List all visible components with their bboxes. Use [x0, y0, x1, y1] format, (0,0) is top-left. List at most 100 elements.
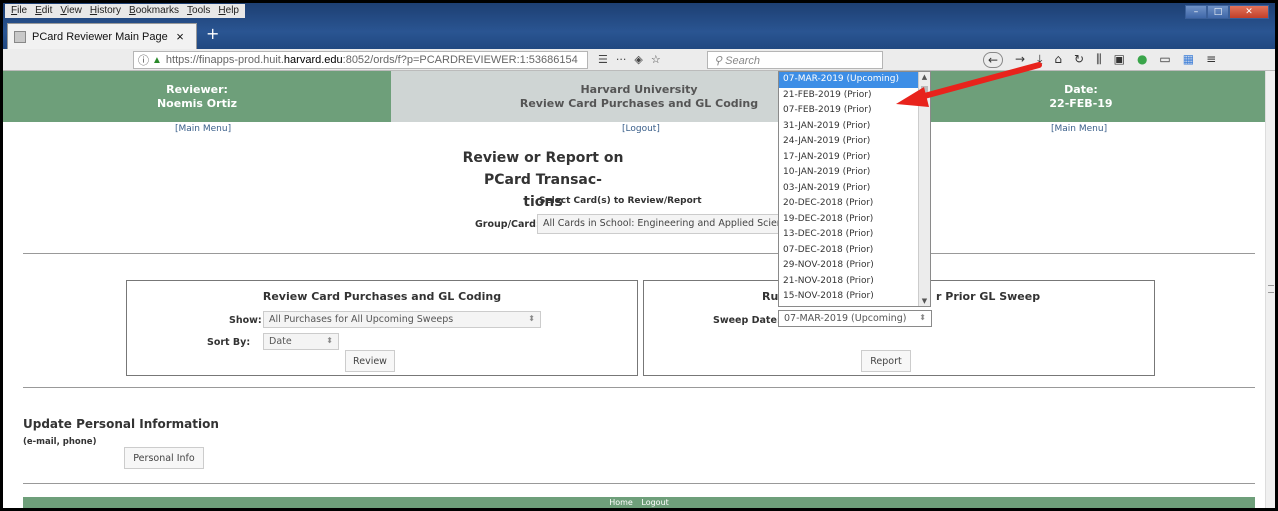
dropdown-scrollbar[interactable]: ▲ ▼: [918, 72, 930, 306]
sweep-date-option[interactable]: 07-FEB-2019 (Prior): [779, 103, 930, 119]
logout-link[interactable]: [Logout]: [622, 124, 660, 134]
home-icon[interactable]: ⌂: [1054, 52, 1062, 68]
sort-by-label: Sort By:: [207, 337, 251, 348]
url-actions: ☰ ··· ◈ ☆: [598, 53, 661, 66]
menu-item-edit[interactable]: Edit: [31, 4, 56, 18]
page-scrollbar[interactable]: [1265, 71, 1275, 508]
search-placeholder: Search: [725, 55, 760, 67]
library-icon[interactable]: ⫼: [1096, 52, 1102, 68]
minimize-button[interactable]: –: [1185, 5, 1207, 19]
show-select[interactable]: All Purchases for All Upcoming Sweeps ⬍: [263, 311, 541, 328]
date-header: Date: 22-FEB-19: [887, 71, 1275, 122]
reviewer-header: Reviewer: Noemis Ortiz: [3, 71, 391, 122]
review-button[interactable]: Review: [345, 350, 395, 372]
review-panel: Review Card Purchases and GL Coding Show…: [126, 280, 638, 376]
date-label: Date:: [1064, 83, 1098, 96]
show-select-value: All Purchases for All Upcoming Sweeps: [269, 314, 454, 325]
browser-tab[interactable]: PCard Reviewer Main Page ×: [7, 23, 197, 49]
page-favicon-icon: [14, 30, 26, 43]
update-personal-subtitle: (e-mail, phone): [23, 437, 97, 447]
divider: [23, 253, 1255, 254]
reload-icon[interactable]: ↻: [1074, 52, 1084, 68]
sweep-date-option[interactable]: 21-NOV-2018 (Prior): [779, 274, 930, 290]
url-prefix: https://finapps-prod.huit.: [165, 54, 284, 66]
scroll-down-icon[interactable]: ▼: [919, 297, 930, 305]
menu-item-history[interactable]: History: [86, 4, 125, 18]
footer-home-link[interactable]: Home: [609, 498, 633, 507]
scroll-thumb[interactable]: [921, 86, 928, 98]
reader-view-icon[interactable]: ☰: [598, 53, 608, 66]
sweep-date-option[interactable]: 07-DEC-2018 (Prior): [779, 243, 930, 259]
group-card-select[interactable]: All Cards in School: Engineering and App…: [537, 214, 787, 234]
tab-title: PCard Reviewer Main Page: [32, 30, 168, 43]
menu-item-file[interactable]: File: [7, 4, 31, 18]
forward-icon[interactable]: →: [1015, 52, 1025, 68]
url-domain: harvard.edu: [283, 54, 343, 66]
sweep-date-option[interactable]: 17-JAN-2019 (Prior): [779, 150, 930, 166]
sweep-date-dropdown[interactable]: 07-MAR-2019 (Upcoming) 21-FEB-2019 (Prior…: [778, 71, 931, 307]
sort-by-select[interactable]: Date ⬍: [263, 333, 339, 350]
page-actions-icon[interactable]: ···: [616, 53, 627, 66]
close-window-button[interactable]: ✕: [1229, 5, 1269, 19]
divider: [23, 387, 1255, 388]
menu-item-bookmarks[interactable]: Bookmarks: [125, 4, 183, 18]
sweep-date-option[interactable]: 21-FEB-2019 (Prior): [779, 88, 930, 104]
sweep-date-label: Sweep Date:: [713, 315, 781, 326]
footer-bar: Home Logout: [23, 497, 1255, 508]
select-caret-icon: ⬍: [326, 336, 333, 345]
sweep-date-select[interactable]: 07-MAR-2019 (Upcoming) ⬍: [778, 310, 932, 327]
select-caret-icon: ⬍: [528, 314, 535, 323]
menu-bar: File Edit View History Bookmarks Tools Help: [5, 4, 245, 18]
maximize-button[interactable]: □: [1207, 5, 1229, 19]
footer-logout-link[interactable]: Logout: [641, 498, 668, 507]
scrollbar-grip-icon[interactable]: [1268, 285, 1274, 293]
sweep-date-option[interactable]: 29-NOV-2018 (Prior): [779, 258, 930, 274]
sweep-date-option[interactable]: 07-MAR-2019 (Upcoming): [779, 72, 930, 88]
divider: [23, 483, 1255, 484]
sweep-date-option[interactable]: 24-JAN-2019 (Prior): [779, 134, 930, 150]
page-title-line1: Review or Report on PCard Transac-: [462, 150, 624, 188]
close-tab-icon[interactable]: ×: [172, 29, 188, 44]
sidebar-icon[interactable]: ▭: [1159, 52, 1170, 68]
sweep-date-option[interactable]: 13-DEC-2018 (Prior): [779, 227, 930, 243]
menu-item-tools[interactable]: Tools: [183, 4, 214, 18]
extension-icon[interactable]: ▣: [1114, 52, 1125, 68]
select-cards-label: Select Card(s) to Review/Report: [539, 196, 702, 206]
review-panel-title: Review Card Purchases and GL Coding: [262, 290, 502, 303]
date-value: 22-FEB-19: [1049, 97, 1113, 110]
back-icon[interactable]: ←: [983, 52, 1003, 68]
download-icon[interactable]: ⤓: [1037, 52, 1042, 68]
sweep-date-option[interactable]: 19-DEC-2018 (Prior): [779, 212, 930, 228]
menu-item-view[interactable]: View: [56, 4, 86, 18]
sweep-date-option[interactable]: 15-NOV-2018 (Prior): [779, 289, 930, 305]
screenshot-icon[interactable]: ▦: [1183, 52, 1194, 68]
lock-icon: ▲: [152, 54, 162, 66]
reviewer-name: Noemis Ortiz: [156, 97, 238, 110]
green-extension-icon[interactable]: ●: [1137, 52, 1147, 68]
url-path: :8052/ords/f?p=PCARDREVIEWER:1:53686154: [342, 54, 578, 66]
report-button[interactable]: Report: [861, 350, 911, 372]
browser-toolbar: ← → ⤓ ⌂ ↻ ⫼ ▣ ● ▭ ▦ ≡: [983, 52, 1216, 68]
site-info-icon[interactable]: ⓘ: [138, 52, 149, 68]
pocket-icon[interactable]: ◈: [634, 53, 642, 66]
personal-info-button[interactable]: Personal Info: [124, 447, 204, 469]
sweep-date-option[interactable]: 31-JAN-2019 (Prior): [779, 119, 930, 135]
sweep-date-options: 07-MAR-2019 (Upcoming) 21-FEB-2019 (Prior…: [779, 72, 930, 305]
main-menu-link-right[interactable]: [Main Menu]: [1051, 124, 1107, 134]
search-input[interactable]: ⚲ Search: [707, 51, 883, 69]
scroll-up-icon[interactable]: ▲: [919, 73, 930, 81]
update-personal-title: Update Personal Information: [23, 417, 219, 431]
browser-titlebar: File Edit View History Bookmarks Tools Help PC…: [3, 3, 1275, 51]
sweep-date-option[interactable]: 10-JAN-2019 (Prior): [779, 165, 930, 181]
sweep-date-option[interactable]: 20-DEC-2018 (Prior): [779, 196, 930, 212]
menu-item-help[interactable]: Help: [214, 4, 243, 18]
sweep-date-value: 07-MAR-2019 (Upcoming): [784, 313, 907, 324]
url-bar[interactable]: ⓘ ▲ https://finapps-prod.huit. harvard.ed…: [133, 51, 588, 69]
navigation-bar: ⓘ ▲ https://finapps-prod.huit. harvard.ed…: [3, 49, 1275, 71]
hamburger-menu-icon[interactable]: ≡: [1206, 52, 1216, 68]
bookmark-star-icon[interactable]: ☆: [651, 53, 661, 66]
reviewer-label: Reviewer:: [166, 83, 228, 96]
new-tab-button[interactable]: +: [206, 24, 219, 43]
sweep-date-option[interactable]: 03-JAN-2019 (Prior): [779, 181, 930, 197]
main-menu-link-left[interactable]: [Main Menu]: [175, 124, 231, 134]
